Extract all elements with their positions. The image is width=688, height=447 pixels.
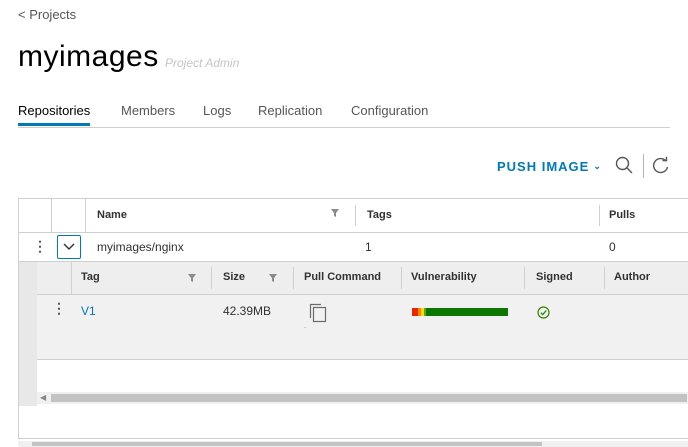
check-circle-icon [537,306,550,322]
column-header-pulls[interactable]: Pulls [609,209,635,221]
tags-horizontal-scrollbar[interactable]: ◀ [37,392,688,404]
tag-name-link[interactable]: V1 [81,304,96,318]
chevron-down-icon: ⌄ [593,161,602,171]
repo-name: myimages/nginx [97,240,184,254]
tag-size: 42.39MB [223,304,272,318]
filter-icon[interactable] [331,208,339,220]
scrollbar-thumb[interactable] [51,394,687,402]
tags-datagrid-header: Tag Size Pull Command Vulnerability Sign… [37,262,688,295]
column-header-size[interactable]: Size [223,271,245,283]
repositories-datagrid: Name Tags Pulls ⋮ myimages/nginx 1 0 Tag [18,198,688,439]
vulnerability-segment [426,308,508,316]
chevron-down-icon [63,243,75,250]
search-icon[interactable] [615,156,633,179]
copy-hint-dot: . [304,321,307,330]
tab-logs[interactable]: Logs [203,103,231,123]
page-horizontal-scrollbar[interactable] [18,441,688,447]
column-header-author[interactable]: Author [614,271,650,283]
repo-tags-count: 1 [365,240,372,254]
table-row[interactable]: ⋮ myimages/nginx 1 0 [19,233,688,262]
tag-row[interactable]: ⋮ V1 42.39MB . [37,295,688,360]
row-actions-kebab-icon[interactable]: ⋮ [33,238,47,255]
push-image-button[interactable]: PUSH IMAGE ⌄ [497,159,602,174]
repo-detail-panel: Tag Size Pull Command Vulnerability Sign… [19,262,688,406]
column-header-signed[interactable]: Signed [536,271,573,283]
toolbar-divider [643,154,644,178]
vulnerability-bar[interactable] [412,308,508,316]
project-tabs: Repositories Members Logs Replication Co… [18,103,670,128]
column-header-tag[interactable]: Tag [81,271,100,283]
scroll-left-icon[interactable]: ◀ [40,393,46,402]
repo-pulls-count: 0 [609,240,616,254]
column-header-name[interactable]: Name [97,209,127,221]
tag-actions-kebab-icon[interactable]: ⋮ [52,300,66,317]
expand-row-button[interactable] [57,235,81,259]
tab-repositories[interactable]: Repositories [18,103,91,126]
back-to-projects-link[interactable]: < Projects [18,7,76,22]
column-header-tags[interactable]: Tags [367,209,392,221]
scrollbar-thumb[interactable] [32,442,542,446]
tab-replication[interactable]: Replication [258,103,322,123]
tab-configuration[interactable]: Configuration [351,103,428,123]
refresh-icon[interactable] [652,156,670,179]
copy-icon[interactable] [309,303,327,326]
column-header-pull-command[interactable]: Pull Command [304,271,381,283]
column-header-vulnerability[interactable]: Vulnerability [411,271,477,283]
page-title: myimages [18,40,159,73]
filter-icon[interactable] [188,273,196,285]
push-image-label: PUSH IMAGE [497,159,590,174]
tab-members[interactable]: Members [121,103,175,123]
project-role-label: Project Admin [165,56,240,70]
datagrid-header: Name Tags Pulls [19,199,688,233]
filter-icon[interactable] [269,273,277,285]
